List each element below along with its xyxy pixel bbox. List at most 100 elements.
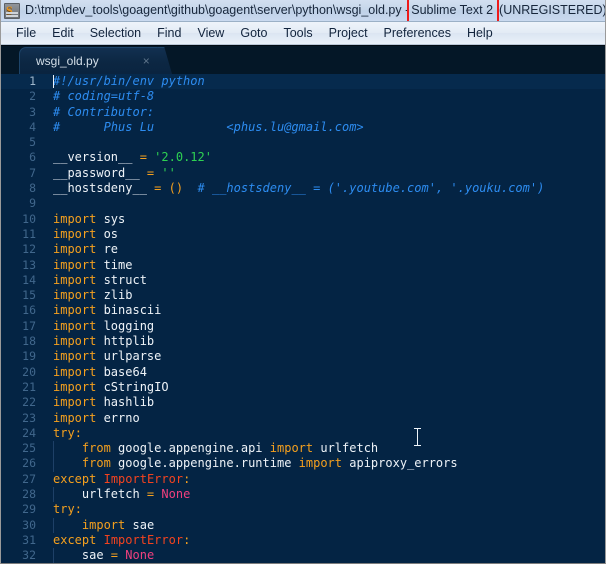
code-line[interactable]: 2 # coding=utf-8 [1,89,605,104]
menu-item-selection[interactable]: Selection [82,23,149,43]
code-line-text[interactable]: __hostsdeny__ = () # __hostsdeny__ = ('.… [47,181,605,196]
code-line-text[interactable]: import urlparse [47,349,605,364]
code-line[interactable]: 18 import httplib [1,334,605,349]
code-line[interactable]: 21 import cStringIO [1,380,605,395]
code-token-plain: __version__ [53,150,140,165]
code-token-plain: google.appengine.runtime [110,456,299,471]
app-icon-bar-bottom [6,14,18,17]
code-line-text[interactable]: sae = None [47,548,605,563]
code-line[interactable]: 32 sae = None [1,548,605,563]
code-token-op: = [110,548,119,563]
code-line-text[interactable]: import cStringIO [47,380,605,395]
sublime-text-window: S D:\tmp\dev_tools\goagent\github\goagen… [0,0,606,564]
menu-item-find[interactable]: Find [149,23,189,43]
code-token-keyword: import [53,334,97,349]
code-token-keyword: import [53,242,97,257]
code-line[interactable]: 29 try: [1,502,605,517]
code-line[interactable]: 1 #!/usr/bin/env python [1,74,605,90]
code-line-text[interactable]: import re [47,242,605,257]
code-line[interactable]: 15 import zlib [1,288,605,303]
code-line-text[interactable]: import zlib [47,288,605,303]
code-line-text[interactable] [47,196,605,211]
code-line-text[interactable]: import os [47,227,605,242]
code-line-text[interactable]: import struct [47,273,605,288]
code-line[interactable]: 12 import re [1,242,605,257]
code-line-text[interactable]: urlfetch = None [47,487,605,503]
code-line[interactable]: 25 from google.appengine.api import urlf… [1,441,605,457]
code-line-text[interactable]: except ImportError: [47,533,605,548]
code-line-text[interactable]: from google.appengine.runtime import api… [47,456,605,472]
code-line[interactable]: 16 import binascii [1,303,605,318]
code-line[interactable]: 23 import errno [1,411,605,426]
menu-item-goto[interactable]: Goto [232,23,275,43]
code-line-text[interactable]: import httplib [47,334,605,349]
code-line[interactable]: 3 # Contributor: [1,105,605,120]
menu-item-tools[interactable]: Tools [275,23,320,43]
code-line[interactable]: 14 import struct [1,273,605,288]
code-token-plain: hashlib [96,395,155,410]
code-line-text[interactable]: except ImportError: [47,472,605,487]
code-token-keyword: import [53,395,97,410]
code-line-text[interactable]: try: [47,426,605,441]
code-line-text[interactable]: import base64 [47,365,605,380]
code-line[interactable]: 11 import os [1,227,605,242]
line-number: 29 [22,502,36,517]
tab-close-icon[interactable]: × [143,55,150,67]
code-line-text[interactable]: import time [47,258,605,273]
code-token-keyword: import [53,211,97,226]
code-line[interactable]: 5 [1,135,605,150]
menu-item-preferences[interactable]: Preferences [376,23,459,43]
menu-item-file[interactable]: File [8,23,44,43]
code-line-text[interactable]: from google.appengine.api import urlfetc… [47,441,605,457]
line-number: 3 [29,104,36,119]
code-token-comment: # coding=utf-8 [53,89,155,104]
code-line-text[interactable]: __password__ = '' [47,166,605,181]
code-line[interactable]: 13 import time [1,258,605,273]
code-line-text[interactable]: import sae [47,517,605,533]
code-line[interactable]: 17 import logging [1,319,605,334]
code-area[interactable]: 1 #!/usr/bin/env python 2 # coding=utf-8 3 # … [1,74,605,563]
code-line[interactable]: 20 import base64 [1,365,605,380]
menu-item-project[interactable]: Project [321,23,376,43]
code-line[interactable]: 22 import hashlib [1,395,605,410]
code-token-keyword: import [53,318,97,333]
code-line-text[interactable]: import errno [47,411,605,426]
code-line[interactable]: 27 except ImportError: [1,472,605,487]
line-number: 27 [22,471,36,486]
code-line[interactable]: 7 __password__ = '' [1,166,605,181]
code-editor[interactable]: 1 #!/usr/bin/env python 2 # coding=utf-8 3 # … [1,74,605,563]
code-line-text[interactable]: # Phus Lu <phus.lu@gmail.com> [47,120,605,135]
code-line[interactable]: 31 except ImportError: [1,533,605,548]
menu-item-help[interactable]: Help [459,23,501,43]
code-line-text[interactable]: # coding=utf-8 [47,89,605,104]
code-line-text[interactable] [47,135,605,150]
code-line[interactable]: 28 urlfetch = None [1,487,605,503]
code-line[interactable]: 10 import sys [1,212,605,227]
line-number: 10 [22,211,36,226]
line-number: 19 [22,349,36,364]
code-line[interactable]: 9 [1,196,605,211]
code-token-error: ImportError [103,532,184,547]
window-title-path: D:\tmp\dev_tools\goagent\github\goagent\… [25,3,410,17]
code-line-text[interactable]: import sys [47,212,605,227]
code-line[interactable]: 30 import sae [1,517,605,533]
code-line[interactable]: 8 __hostsdeny__ = () # __hostsdeny__ = ('… [1,181,605,196]
code-token-comment: # Phus Lu <phus.lu@gmail.com> [53,119,364,134]
code-line-text[interactable]: import logging [47,319,605,334]
code-line-text[interactable]: # Contributor: [47,105,605,120]
code-line[interactable]: 4 # Phus Lu <phus.lu@gmail.com> [1,120,605,135]
code-line-text[interactable]: try: [47,502,605,517]
code-line[interactable]: 26 from google.appengine.runtime import … [1,456,605,472]
code-line-text[interactable]: __version__ = '2.0.12' [47,150,605,165]
code-line-text[interactable]: import hashlib [47,395,605,410]
code-token-plain: cStringIO [96,379,169,394]
code-line[interactable]: 19 import urlparse [1,349,605,364]
tab-wsgi-old-py[interactable]: wsgi_old.py × [19,47,159,74]
code-line-text[interactable]: import binascii [47,303,605,318]
code-line[interactable]: 24 try: [1,426,605,441]
menu-item-edit[interactable]: Edit [44,23,82,43]
code-line-text[interactable]: #!/usr/bin/env python [47,74,605,89]
code-line[interactable]: 6 __version__ = '2.0.12' [1,150,605,165]
menu-item-view[interactable]: View [189,23,232,43]
